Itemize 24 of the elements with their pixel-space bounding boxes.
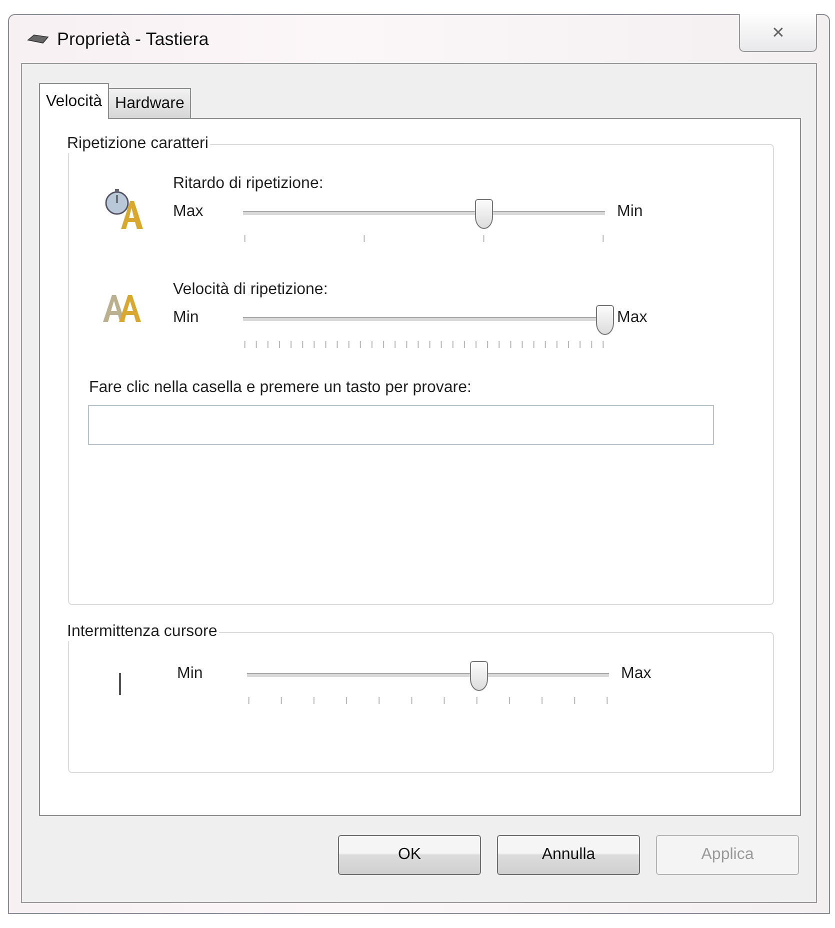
tab[interactable]: Velocità [39, 83, 110, 119]
slider-thumb[interactable] [470, 661, 488, 691]
window-title: Proprietà - Tastiera [57, 28, 209, 50]
close-button[interactable]: ✕ [739, 14, 817, 52]
slider-end-label: Min [616, 202, 643, 221]
test-input-field[interactable] [88, 405, 714, 445]
slider-thumb[interactable] [475, 199, 494, 229]
slider-thumb[interactable] [596, 305, 614, 335]
slider-end-label: Min [173, 308, 200, 327]
field-label: Fare clic nella casella e premere un tasto per provare: [88, 379, 472, 397]
dialog-button[interactable]: Annulla [497, 835, 640, 875]
slider-label: Ritardo di ripetizione: [173, 175, 324, 193]
keyboard-icon [27, 33, 49, 45]
tab[interactable]: Hardware [108, 88, 192, 118]
group-title: Intermittenza cursore [66, 623, 218, 641]
group-title: Ripetizione caratteri [66, 135, 210, 153]
letters-icon [103, 293, 143, 323]
slider-label: Velocità di ripetizione: [173, 281, 329, 299]
slider-end-label: Max [173, 202, 204, 221]
slider-end-label: Max [616, 308, 648, 327]
dialog-button[interactable]: OK [338, 835, 481, 875]
stopwatch-letter-icon [103, 187, 143, 231]
slider-end-label: Max [620, 664, 652, 683]
slider-end-label: Min [177, 664, 204, 683]
